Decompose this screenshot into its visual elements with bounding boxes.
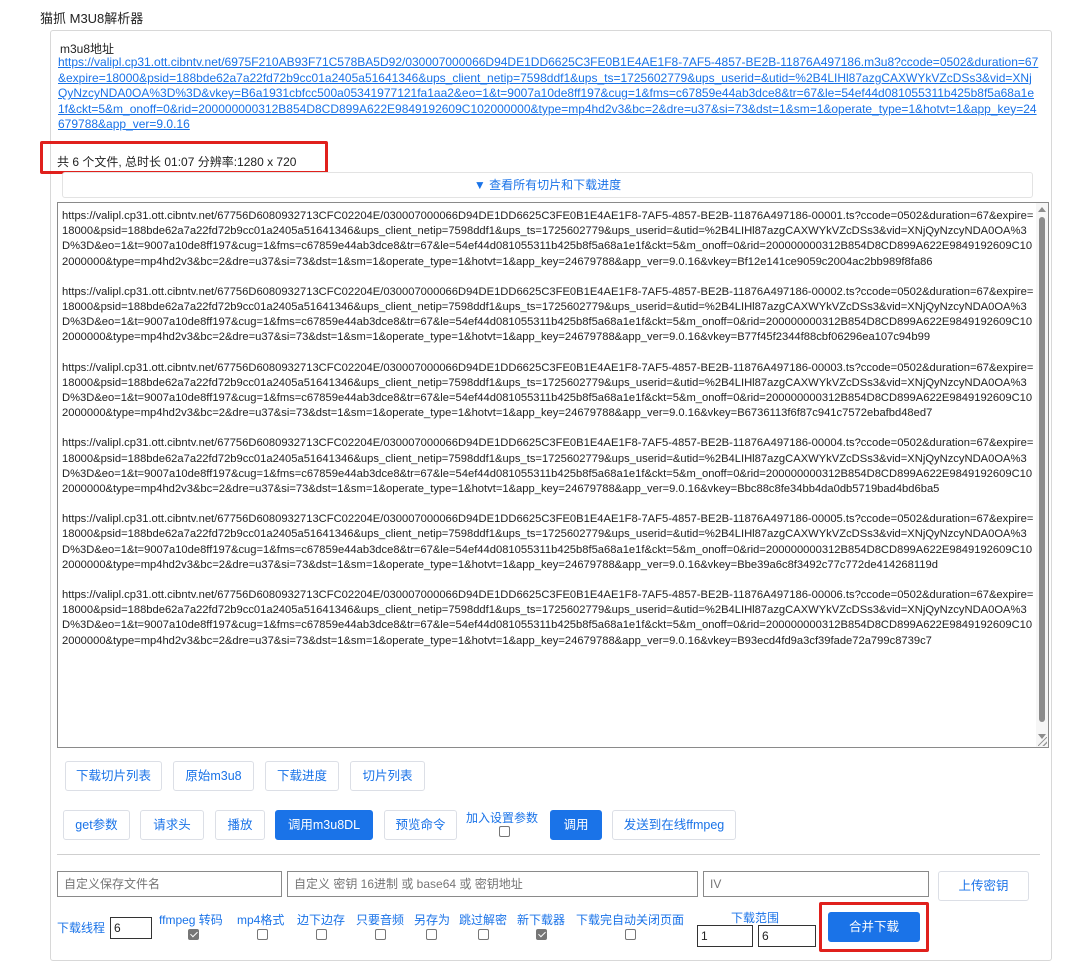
segment-url: https://valipl.cp31.ott.cibntv.net/67756…: [62, 285, 1034, 344]
segment-url: https://valipl.cp31.ott.cibntv.net/67756…: [62, 361, 1034, 420]
skip-decrypt-checkbox[interactable]: [478, 929, 489, 940]
upload-key-button[interactable]: 上传密钥: [938, 871, 1029, 901]
invoke-button[interactable]: 调用: [550, 810, 602, 840]
add-settings-params-label: 加入设置参数: [466, 811, 539, 825]
raw-m3u8-button[interactable]: 原始m3u8: [173, 761, 254, 791]
save-as-checkbox[interactable]: [426, 929, 437, 940]
request-headers-button[interactable]: 请求头: [140, 810, 204, 840]
range-start-input[interactable]: [697, 925, 753, 947]
audio-only-checkbox[interactable]: [375, 929, 386, 940]
new-downloader-label: 新下载器: [517, 913, 566, 927]
merge-download-button[interactable]: 合并下载: [828, 912, 920, 942]
call-m3u8dl-button[interactable]: 调用m3u8DL: [275, 810, 373, 840]
auto-close-label: 下载完自动关闭页面: [576, 913, 685, 927]
download-progress-button[interactable]: 下载进度: [265, 761, 339, 791]
segment-url-textarea[interactable]: https://valipl.cp31.ott.cibntv.net/67756…: [57, 202, 1049, 748]
custom-filename-input[interactable]: [57, 871, 282, 897]
custom-key-input[interactable]: [287, 871, 698, 897]
segment-url: https://valipl.cp31.ott.cibntv.net/67756…: [62, 210, 1034, 268]
download-segment-list-button[interactable]: 下载切片列表: [65, 761, 162, 791]
download-while-saving-label: 边下边存: [297, 913, 346, 927]
segment-url: https://valipl.cp31.ott.cibntv.net/67756…: [62, 589, 1034, 647]
add-settings-params-checkbox[interactable]: [499, 826, 510, 837]
ffmpeg-transcode-label: ffmpeg 转码: [159, 913, 223, 927]
play-button[interactable]: 播放: [215, 810, 265, 840]
save-as-label: 另存为: [414, 913, 451, 927]
send-to-online-ffmpeg-button[interactable]: 发送到在线ffmpeg: [612, 810, 736, 840]
download-range-label: 下载范围: [731, 911, 780, 925]
get-params-button[interactable]: get参数: [63, 810, 130, 840]
ffmpeg-transcode-checkbox[interactable]: [188, 929, 199, 940]
app-title: 猫抓 M3U8解析器: [40, 11, 144, 26]
textarea-scrollbar[interactable]: [1036, 203, 1048, 747]
skip-decrypt-label: 跳过解密: [459, 913, 508, 927]
scroll-up-arrow-icon[interactable]: [1038, 207, 1046, 212]
segment-url: https://valipl.cp31.ott.cibntv.net/67756…: [62, 513, 1034, 571]
auto-close-checkbox[interactable]: [625, 929, 636, 940]
resize-grip-icon[interactable]: [1038, 737, 1047, 746]
segment-url-list: https://valipl.cp31.ott.cibntv.net/67756…: [62, 209, 1034, 664]
toggle-segments-progress[interactable]: ▼ 查看所有切片和下载进度: [62, 172, 1033, 198]
segment-url: https://valipl.cp31.ott.cibntv.net/67756…: [62, 437, 1034, 496]
iv-input[interactable]: [703, 871, 929, 897]
download-threads-input[interactable]: [110, 917, 152, 939]
audio-only-label: 只要音频: [356, 913, 405, 927]
mp4-format-checkbox[interactable]: [257, 929, 268, 940]
scroll-thumb[interactable]: [1039, 217, 1045, 722]
m3u8-url-link[interactable]: https://valipl.cp31.ott.cibntv.net/6975F…: [58, 55, 1040, 133]
segment-list-button[interactable]: 切片列表: [350, 761, 425, 791]
new-downloader-checkbox[interactable]: [536, 929, 547, 940]
download-threads-label: 下载线程: [57, 921, 106, 935]
preview-command-button[interactable]: 预览命令: [384, 810, 457, 840]
section-divider: [57, 854, 1040, 855]
mp4-format-label: mp4格式: [237, 913, 285, 927]
file-summary: 共 6 个文件, 总时长 01:07 分辨率:1280 x 720: [57, 155, 297, 169]
range-end-input[interactable]: [758, 925, 816, 947]
download-while-saving-checkbox[interactable]: [316, 929, 327, 940]
